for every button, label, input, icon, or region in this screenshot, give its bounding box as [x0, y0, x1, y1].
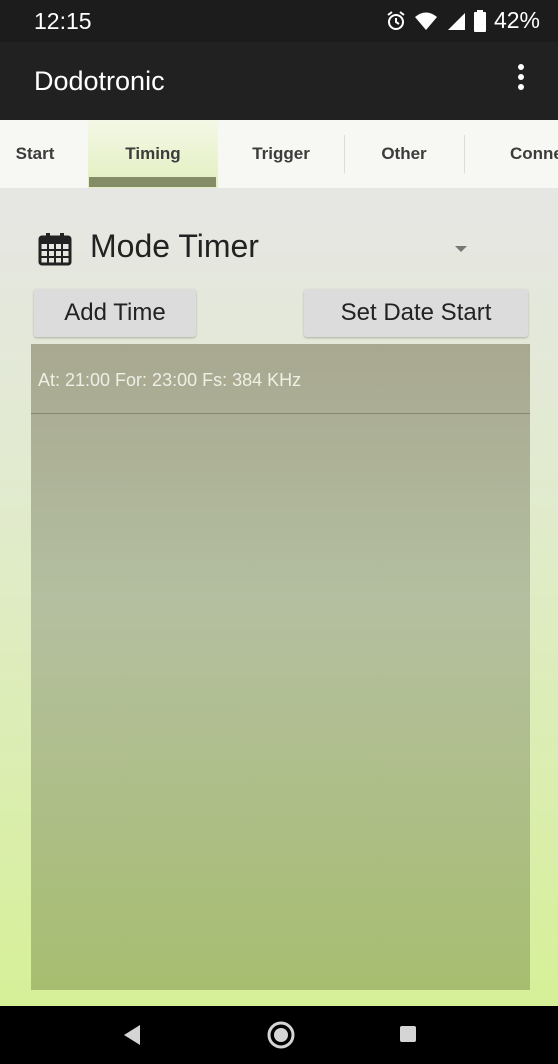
tab-divider — [344, 135, 345, 173]
set-date-start-button[interactable]: Set Date Start — [304, 289, 528, 337]
dropdown-arrow-icon — [455, 246, 467, 252]
battery-percent: 42% — [493, 7, 540, 33]
tab-divider — [464, 135, 465, 173]
tab-label: Trigger — [252, 144, 310, 163]
status-bar: 12:15 42% — [0, 0, 558, 42]
calendar-icon — [38, 233, 72, 266]
tab-label: Conne — [510, 144, 558, 163]
tab-other[interactable]: Other — [344, 120, 464, 188]
tab-label: Timing — [125, 144, 181, 163]
home-icon[interactable] — [266, 1020, 296, 1050]
schedule-list: At: 21:00 For: 23:00 Fs: 384 KHz — [31, 344, 530, 990]
tab-label: Start — [15, 144, 55, 163]
app-title: Dodotronic — [34, 66, 165, 96]
schedule-item-text: At: 21:00 For: 23:00 Fs: 384 KHz — [38, 370, 302, 390]
status-icons: 42% — [386, 7, 540, 34]
mode-label: Mode Timer — [90, 228, 259, 264]
overflow-menu-icon[interactable] — [514, 64, 528, 98]
mode-dropdown[interactable]: Mode Timer — [38, 228, 478, 272]
tab-label: Other — [381, 144, 427, 163]
timing-panel: Mode Timer Add Time Set Date Start At: 2… — [0, 188, 558, 1006]
tab-bar: Start Timing Trigger Other Conne — [0, 120, 558, 188]
tab-selected-indicator — [89, 177, 216, 187]
tab-trigger[interactable]: Trigger — [218, 120, 344, 188]
alarm-icon — [387, 10, 405, 30]
wifi-icon — [414, 12, 437, 30]
navigation-bar — [0, 1006, 558, 1064]
recent-apps-icon[interactable] — [400, 1026, 416, 1042]
back-icon[interactable] — [122, 1023, 142, 1047]
signal-icon — [447, 12, 465, 30]
status-time: 12:15 — [34, 8, 92, 34]
schedule-item[interactable]: At: 21:00 For: 23:00 Fs: 384 KHz — [31, 344, 530, 414]
tab-start[interactable]: Start — [0, 120, 90, 188]
tab-connection[interactable]: Conne — [464, 120, 558, 188]
add-time-button[interactable]: Add Time — [34, 289, 196, 337]
app-bar: Dodotronic — [0, 42, 558, 120]
battery-icon — [473, 9, 486, 32]
